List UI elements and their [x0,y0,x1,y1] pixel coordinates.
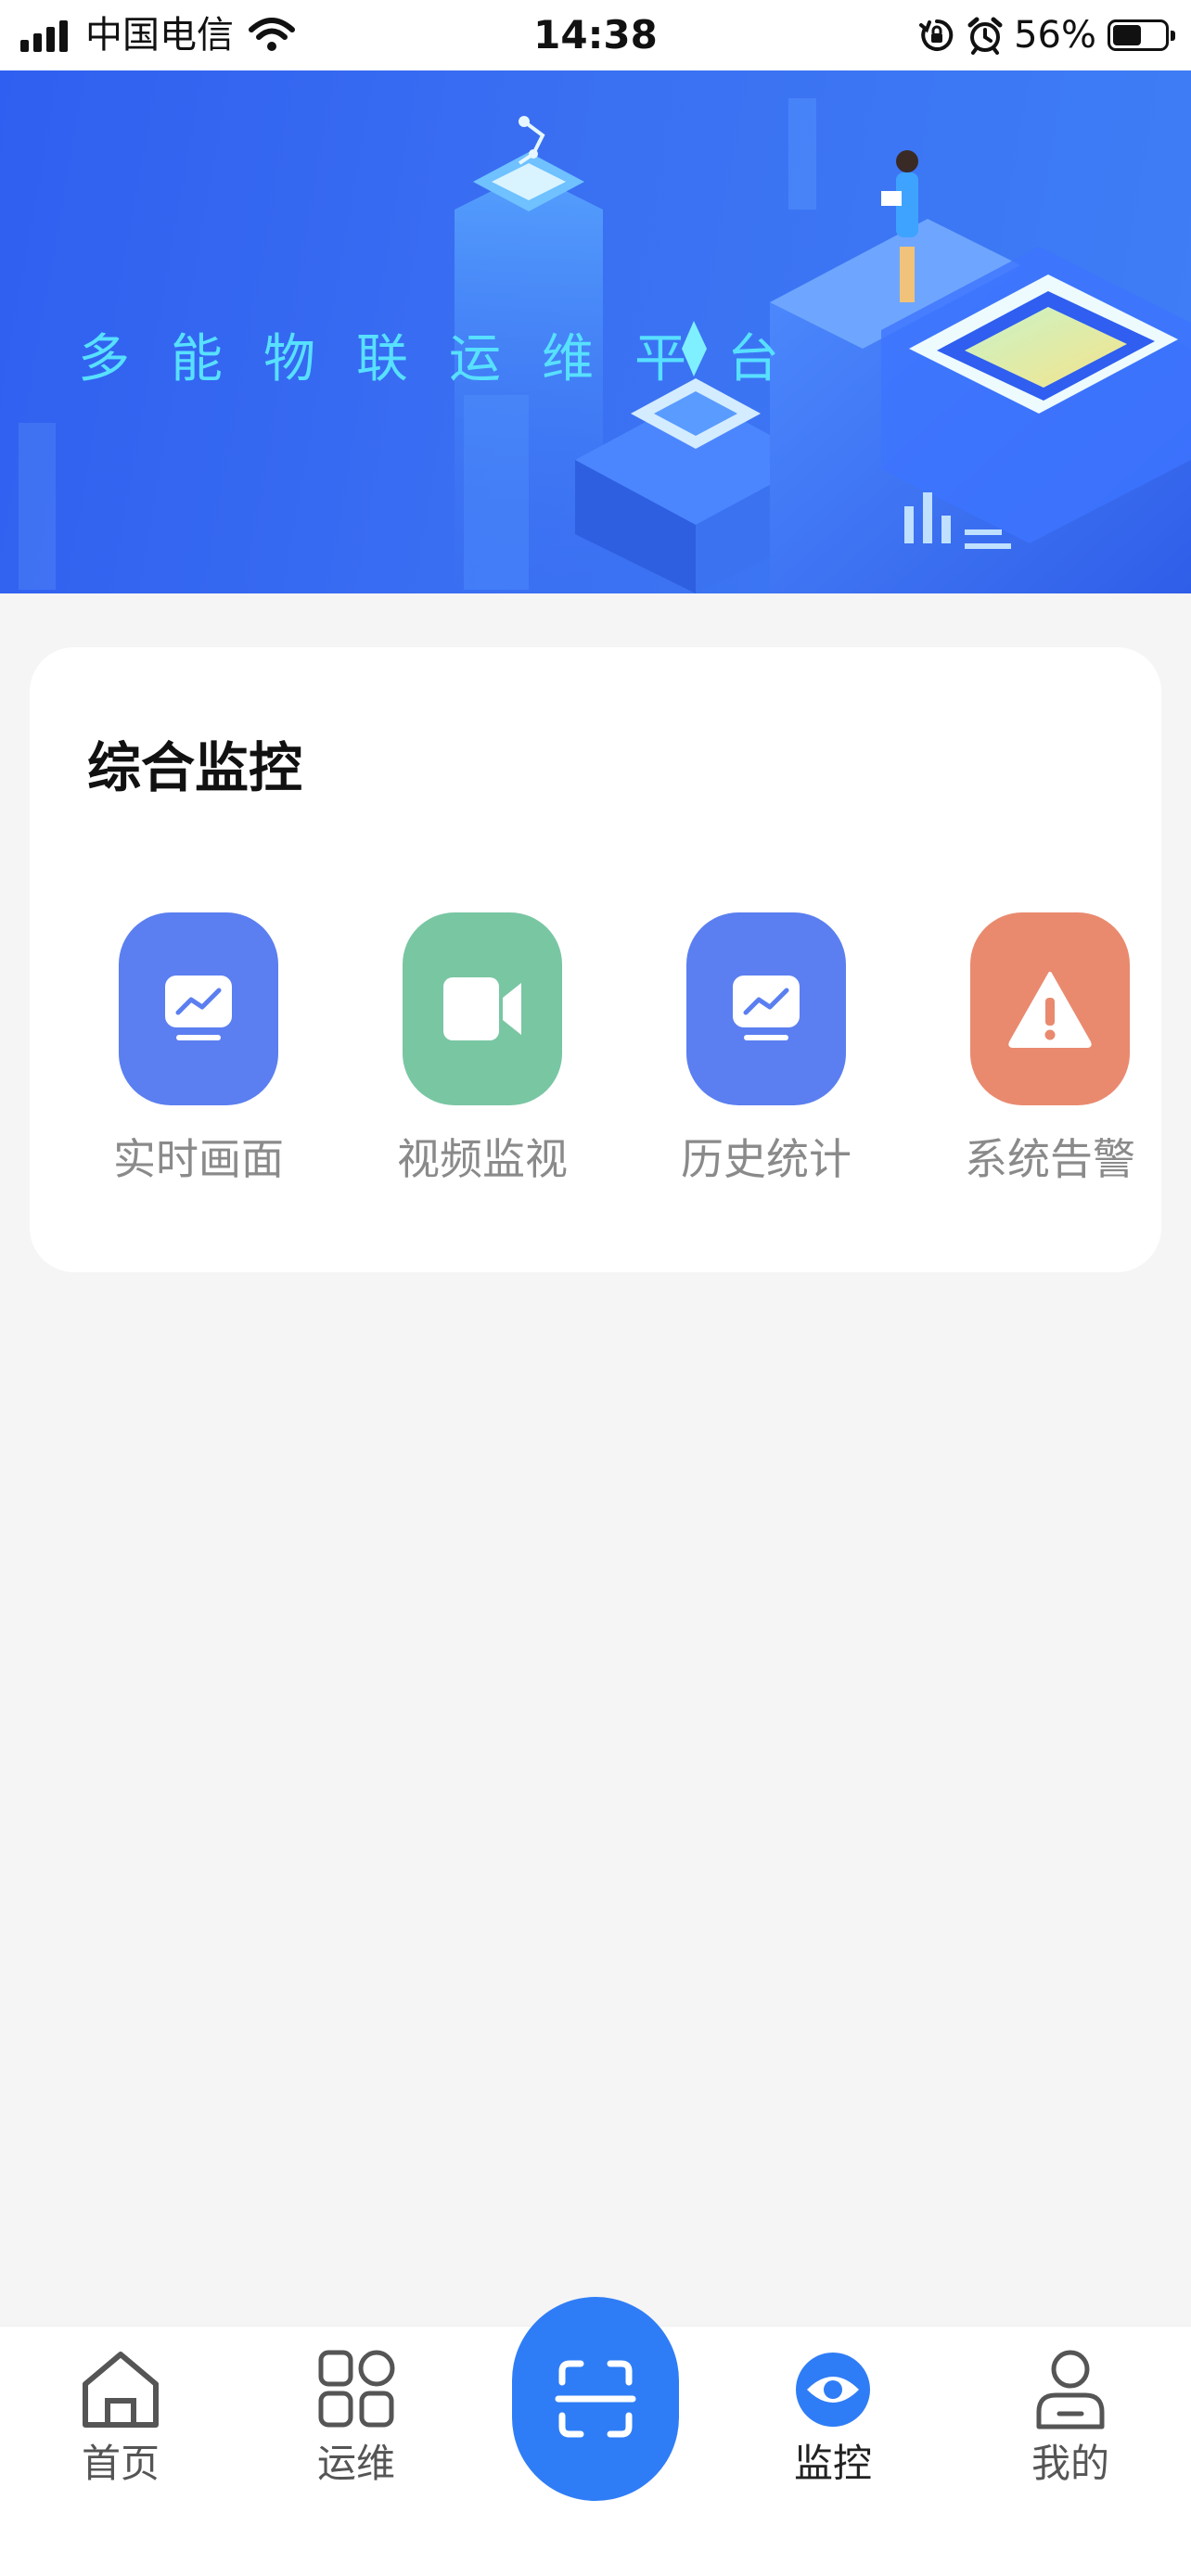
scan-button[interactable] [512,2297,679,2501]
monitor-chart-icon [165,976,232,1040]
warning-icon [1008,972,1092,1048]
tile-label: 实时画面 [113,1134,284,1184]
grid-icon [318,2350,395,2428]
app-screen: 中国电信 14:38 56% 多能物联运维平台 综合监控 实时画面 视频监视 历… [0,0,1191,2576]
tile-icon-bg [403,912,562,1105]
video-camera-icon [443,977,521,1040]
tab-label: 我的 [1031,2441,1109,2486]
scan-icon [555,2360,636,2438]
monitor-chart-icon [733,976,800,1040]
card-title: 综合监控 [87,736,303,799]
battery-percent: 56% [1014,14,1096,57]
user-icon [1036,2350,1105,2429]
alarm-icon [967,17,1003,55]
tile-icon-bg [686,912,846,1105]
tile-label: 历史统计 [681,1134,852,1184]
hero-banner: 多能物联运维平台 [0,70,1191,593]
monitor-card: 综合监控 实时画面 视频监视 历史统计 系统告警 [30,647,1161,1272]
battery-icon [1108,19,1175,51]
tile-label: 系统告警 [965,1134,1135,1184]
tile-icon-bg [970,912,1130,1105]
eye-icon [796,2353,870,2427]
banner-title: 多能物联运维平台 [78,329,820,389]
tile-icon-bg [119,912,278,1105]
tile-system-alarm[interactable]: 系统告警 [957,912,1143,1187]
status-right: 56% [919,11,1175,59]
rotation-lock-icon [919,19,954,51]
tab-monitoring[interactable]: 监控 [768,2347,898,2490]
tab-label: 运维 [316,2441,395,2486]
tile-label: 视频监视 [397,1134,568,1184]
status-bar: 中国电信 14:38 56% [0,0,1191,70]
tab-home[interactable]: 首页 [56,2347,186,2490]
home-icon [83,2352,159,2428]
tile-history-stats[interactable]: 历史统计 [673,912,859,1187]
tab-operations[interactable]: 运维 [291,2347,421,2490]
tab-profile[interactable]: 我的 [1005,2347,1135,2490]
bottom-tab-bar: 首页 运维 监控 我的 [0,2297,1191,2576]
tab-label: 监控 [793,2441,872,2486]
tab-label: 首页 [81,2441,160,2486]
tile-realtime-view[interactable]: 实时画面 [106,912,291,1187]
tile-video-surveillance[interactable]: 视频监视 [390,912,575,1187]
